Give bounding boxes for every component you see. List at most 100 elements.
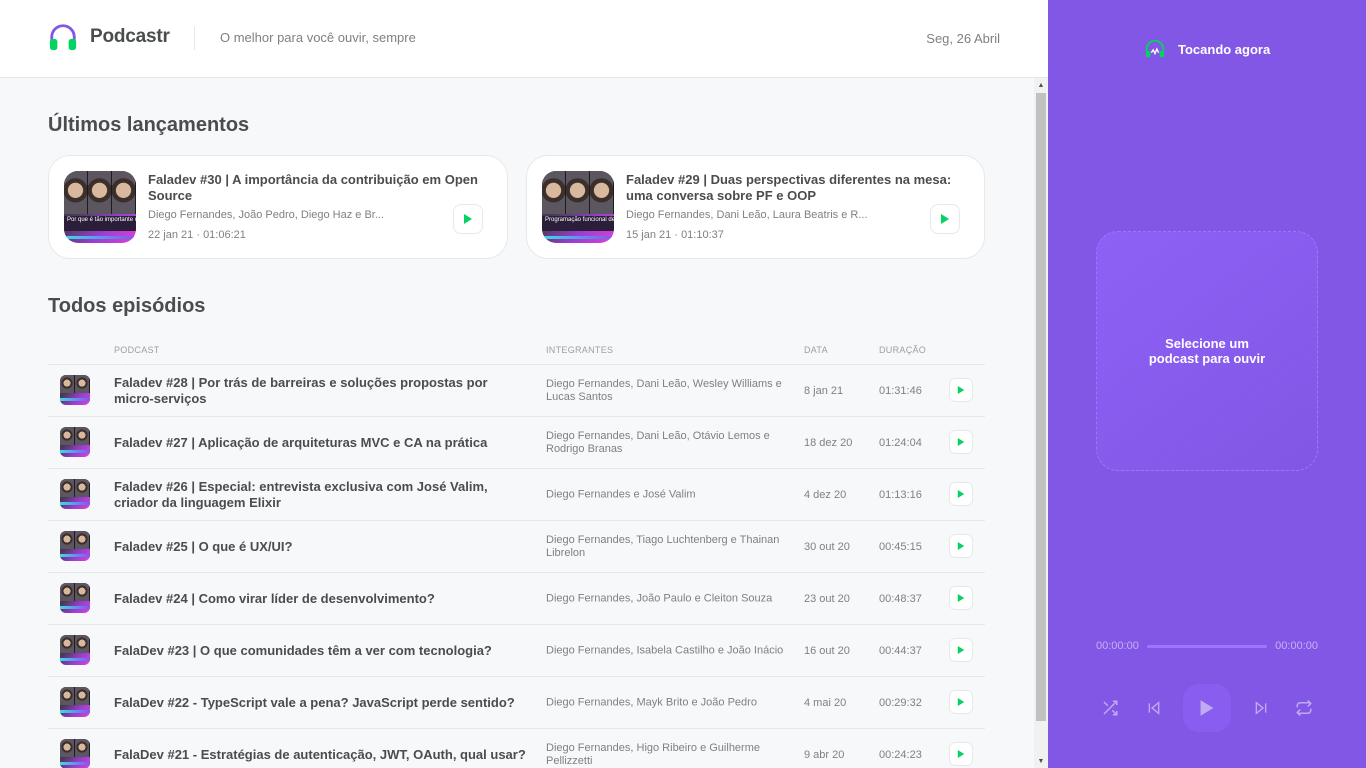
episode-members: Diego Fernandes, Dani Leão, Wesley Willi…	[546, 377, 782, 403]
play-icon	[941, 214, 949, 224]
episode-title-link[interactable]: Faladev #30 | A importância da contribui…	[148, 172, 488, 204]
episode-duration: 01:06:21	[203, 229, 246, 241]
empty-player-line-1: Selecione um	[1165, 336, 1249, 351]
episode-thumbnail[interactable]	[60, 531, 90, 561]
previous-button[interactable]	[1140, 694, 1168, 722]
play-episode-button[interactable]	[949, 430, 973, 454]
play-button[interactable]	[1183, 684, 1231, 732]
table-row: Faladev #25 | O que é UX/UI? Diego Ferna…	[48, 521, 985, 573]
episode-thumbnail[interactable]: Por que é tão importante contribuir em O…	[64, 171, 136, 243]
skip-back-icon	[1148, 701, 1159, 715]
current-date: Seg, 26 Abril	[926, 31, 1000, 46]
play-icon	[957, 438, 965, 446]
scrollbar[interactable]: ▲ ▼	[1034, 78, 1048, 768]
table-row: FalaDev #21 - Estratégias de autenticaçã…	[48, 729, 985, 768]
playing-headphones-icon	[1145, 39, 1165, 58]
episode-thumbnail[interactable]: Programação funcional devs orientados a …	[542, 171, 614, 243]
play-episode-button[interactable]	[949, 638, 973, 662]
progress-slider[interactable]	[1146, 644, 1268, 648]
episode-thumbnail[interactable]	[60, 687, 90, 717]
empty-player-box: Selecione um podcast para ouvir	[1096, 231, 1318, 471]
episode-date: 16 out 20	[804, 644, 850, 657]
episode-meta: 22 jan 21 · 01:06:21	[148, 229, 246, 241]
episode-date: 4 mai 20	[804, 696, 847, 709]
scroll-down-arrow-icon[interactable]: ▼	[1034, 754, 1048, 768]
player-header: Tocando agora	[1144, 38, 1270, 60]
episode-members: Diego Fernandes, Dani Leão, Otávio Lemos…	[546, 429, 770, 455]
home-content: Últimos lançamentos Por que é tão import…	[0, 78, 1034, 768]
episode-members: Diego Fernandes, Dani Leão, Laura Beatri…	[626, 209, 868, 221]
shuffle-button[interactable]	[1096, 694, 1124, 722]
episode-title-link[interactable]: Faladev #26 | Especial: entrevista exclu…	[114, 479, 530, 511]
app-header: Podcastr O melhor para você ouvir, sempr…	[0, 0, 1048, 78]
episode-title-link[interactable]: FalaDev #21 - Estratégias de autenticaçã…	[114, 747, 530, 763]
episode-title-link[interactable]: Faladev #27 | Aplicação de arquiteturas …	[114, 435, 530, 451]
episode-thumbnail[interactable]	[60, 635, 90, 665]
episode-date: 18 dez 20	[804, 436, 853, 449]
play-icon	[957, 698, 965, 706]
column-members: Integrantes	[546, 345, 614, 355]
episode-title-link[interactable]: FalaDev #23 | O que comunidades têm a ve…	[114, 643, 530, 659]
play-episode-button[interactable]	[949, 534, 973, 558]
play-episode-button[interactable]	[949, 586, 973, 610]
episode-title-link[interactable]: Faladev #24 | Como virar líder de desenv…	[114, 591, 530, 607]
episode-members: Diego Fernandes, Isabela Castilho e João…	[546, 644, 784, 656]
table-header: Podcast Integrantes Data Duração	[48, 338, 985, 365]
repeat-icon	[1296, 699, 1312, 717]
episode-duration: 01:10:37	[681, 229, 724, 241]
table-row: Faladev #24 | Como virar líder de desenv…	[48, 573, 985, 625]
episode-date: 15 jan 21	[626, 229, 672, 241]
column-duration: Duração	[879, 345, 927, 355]
headphones-icon	[49, 24, 77, 51]
play-episode-button[interactable]	[949, 378, 973, 402]
episode-date: 8 jan 21	[804, 384, 844, 397]
episode-members: Diego Fernandes, João Paulo e Cleiton So…	[546, 592, 773, 604]
thumbnail-caption: Programação funcional devs orientados a …	[542, 215, 614, 232]
main-area: Podcastr O melhor para você ouvir, sempr…	[0, 0, 1048, 768]
play-icon	[957, 386, 965, 394]
episode-title-link[interactable]: Faladev #28 | Por trás de barreiras e so…	[114, 375, 530, 407]
episode-thumbnail[interactable]	[60, 427, 90, 457]
table-row: FalaDev #22 - TypeScript vale a pena? Ja…	[48, 677, 985, 729]
scrollbar-thumb[interactable]	[1036, 93, 1046, 721]
episode-title-link[interactable]: Faladev #25 | O que é UX/UI?	[114, 539, 530, 555]
episode-title-link[interactable]: Faladev #29 | Duas perspectivas diferent…	[626, 172, 966, 204]
logo-text: Podcastr	[90, 26, 170, 47]
episode-date: 22 jan 21	[148, 229, 194, 241]
shuffle-icon	[1103, 700, 1118, 716]
thumbnail-caption: Por que é tão importante contribuir em O…	[64, 215, 136, 232]
table-row: FalaDev #23 | O que comunidades têm a ve…	[48, 625, 985, 677]
episode-title-link[interactable]: FalaDev #22 - TypeScript vale a pena? Ja…	[114, 695, 530, 711]
episode-members: Diego Fernandes, Mayk Brito e João Pedro	[546, 696, 757, 708]
table-row: Faladev #27 | Aplicação de arquiteturas …	[48, 417, 985, 469]
episode-duration: 00:24:23	[879, 748, 922, 761]
all-episodes-title: Todos episódios	[48, 295, 206, 317]
latest-episode-card[interactable]: Por que é tão importante contribuir em O…	[48, 155, 508, 259]
logo[interactable]: Podcastr	[48, 22, 170, 52]
episode-date: 4 dez 20	[804, 488, 847, 501]
repeat-button[interactable]	[1290, 694, 1318, 722]
play-episode-button[interactable]	[453, 204, 483, 234]
play-episode-button[interactable]	[930, 204, 960, 234]
play-episode-button[interactable]	[949, 742, 973, 766]
next-button[interactable]	[1247, 694, 1275, 722]
play-icon	[1200, 700, 1214, 716]
progress-area: 00:00:00 00:00:00	[1096, 640, 1318, 652]
episode-thumbnail[interactable]	[60, 583, 90, 613]
episode-thumbnail[interactable]	[60, 375, 90, 405]
episode-date: 9 abr 20	[804, 748, 845, 761]
play-episode-button[interactable]	[949, 690, 973, 714]
episodes-table: Podcast Integrantes Data Duração Faladev…	[48, 338, 985, 768]
scroll-up-arrow-icon[interactable]: ▲	[1034, 78, 1048, 92]
latest-episodes-title: Últimos lançamentos	[48, 114, 250, 136]
episode-meta: 15 jan 21 · 01:10:37	[626, 229, 724, 241]
episode-thumbnail[interactable]	[60, 479, 90, 509]
table-body: Faladev #28 | Por trás de barreiras e so…	[48, 365, 985, 768]
play-episode-button[interactable]	[949, 482, 973, 506]
episode-thumbnail[interactable]	[60, 739, 90, 768]
episode-members: Diego Fernandes e José Valim	[546, 488, 696, 500]
episode-duration: 00:29:32	[879, 696, 922, 709]
latest-episode-card[interactable]: Programação funcional devs orientados a …	[526, 155, 985, 259]
episode-members: Diego Fernandes, João Pedro, Diego Haz e…	[148, 209, 385, 221]
tagline: O melhor para você ouvir, sempre	[194, 26, 416, 50]
